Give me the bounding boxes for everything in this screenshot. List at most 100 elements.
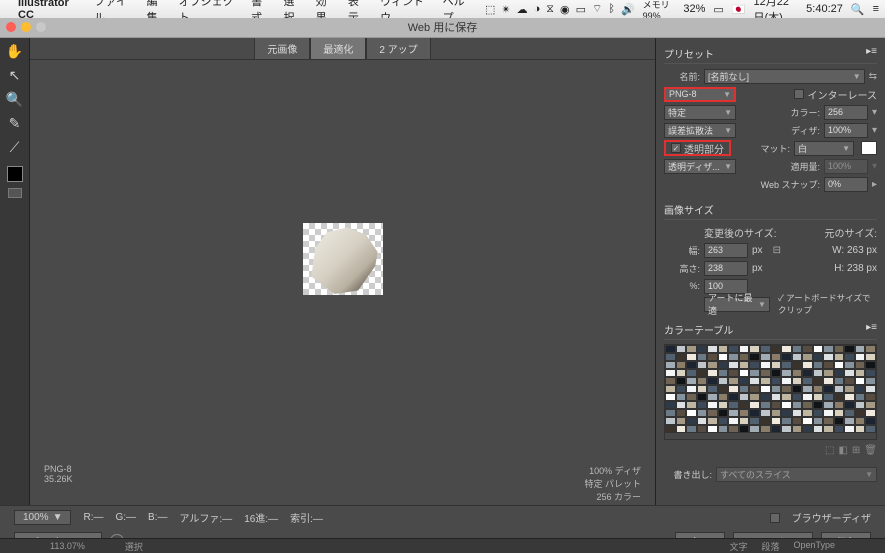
preset-header: プリセット▸≡ [664, 42, 877, 64]
hex-readout: 16進:— [244, 510, 278, 525]
notifications-icon[interactable]: ≡ [873, 3, 879, 15]
preset-options-icon[interactable]: ⇆ [869, 71, 877, 82]
width-label: 幅: [664, 244, 700, 257]
status-icon[interactable]: ◑ [534, 3, 541, 15]
bluetooth-icon[interactable]: ᛒ [608, 3, 615, 15]
preview-area: 元画像 最適化 2 アップ PNG-8 35.26K 100% ディザ 特定 パ… [30, 38, 655, 505]
pct-label: %: [664, 281, 700, 291]
dither-input[interactable]: 100% [824, 123, 868, 138]
spotlight-icon[interactable]: 🔍 [851, 3, 865, 16]
format-select[interactable]: PNG-8▼ [664, 87, 736, 102]
websnap-input[interactable]: 0% [824, 177, 868, 192]
ct-trash-icon[interactable]: 🗑 [864, 445, 877, 456]
websnap-label: Web スナップ: [750, 178, 820, 191]
macos-menubar: Illustrator CC ファイル 編集 オブジェクト 書式 選択 効果 表… [0, 0, 885, 18]
new-size-label: 変更後のサイズ: [704, 225, 776, 240]
amount-input: 100% [824, 159, 868, 174]
dropbox-icon[interactable]: ⬚ [485, 3, 495, 16]
tab-2up[interactable]: 2 アップ [366, 37, 430, 60]
wifi-icon[interactable]: ⌔ [592, 2, 602, 16]
matte-swatch[interactable] [861, 141, 877, 155]
size-header: 画像サイズ [664, 198, 877, 220]
toggle-slices[interactable] [8, 188, 22, 198]
interlace-label: インターレース [808, 87, 878, 102]
window-controls [6, 22, 46, 32]
link-icon[interactable]: ⊟ [773, 245, 781, 256]
export-label: 書き出し: [664, 468, 712, 481]
g-readout: G:— [115, 512, 136, 523]
panel-menu-icon[interactable]: ▸≡ [866, 46, 877, 61]
r-readout: R:— [83, 512, 103, 523]
panel-tab-paragraph[interactable]: 段落 [761, 540, 779, 553]
ct-shift-icon[interactable]: ◧ [838, 445, 847, 456]
browser-dither-label: ブラウザーディザ [792, 510, 871, 525]
menubar-time: 5:40:27 [806, 3, 843, 15]
zoom-button[interactable] [36, 22, 46, 32]
clock-icon[interactable]: ⧖ [546, 3, 554, 16]
eyedropper-tool[interactable]: ✎ [6, 114, 24, 132]
palette-info: 特定 パレット [584, 477, 641, 490]
minimize-button[interactable] [21, 22, 31, 32]
sync-icon[interactable]: ☁ [517, 3, 528, 16]
amount-label: 適用量: [778, 160, 820, 173]
preview-canvas[interactable] [30, 60, 655, 458]
dither-method-select[interactable]: 誤差拡散法▼ [664, 123, 736, 138]
line-icon[interactable]: ◉ [560, 3, 570, 16]
width-input[interactable]: 263 [704, 243, 748, 258]
alpha-readout: アルファ:— [180, 510, 233, 525]
interlace-checkbox[interactable] [794, 89, 804, 99]
color-table[interactable] [664, 344, 877, 440]
trans-dither-select[interactable]: 透明ディザ...▼ [664, 159, 736, 174]
tab-optimized[interactable]: 最適化 [310, 37, 366, 60]
hand-tool[interactable]: ✋ [6, 42, 24, 60]
matte-select[interactable]: 白▼ [794, 141, 854, 156]
clip-checkbox-label[interactable]: ✓ アートボードサイズでクリップ [778, 292, 877, 316]
export-select[interactable]: すべてのスライス▼ [716, 467, 877, 482]
status-icons: ⬚ ✴ ☁ ◑ ⧖ ◉ ▭ ⌔ ᛒ 🔊 [485, 2, 635, 16]
browser-dither-checkbox[interactable] [770, 513, 780, 523]
dither-info: 100% ディザ [584, 464, 641, 477]
colortable-header: カラーテーブル▸≡ [664, 318, 877, 340]
doc-zoom[interactable]: 113.07% [50, 541, 85, 551]
palette-select[interactable]: 特定▼ [664, 105, 736, 120]
matte-label: マット: [754, 142, 790, 155]
flag-icon[interactable]: 🇯🇵 [732, 3, 746, 16]
tab-original[interactable]: 元画像 [254, 37, 310, 60]
color-swatch[interactable] [7, 166, 23, 182]
ct-lock-icon[interactable]: ⬚ [825, 445, 834, 456]
orig-height: H: 238 px [834, 263, 877, 274]
orig-width: W: 263 px [832, 245, 877, 256]
colors-input[interactable]: 256 [824, 105, 868, 120]
ct-menu-icon[interactable]: ▸≡ [866, 322, 877, 337]
panel-tab-character[interactable]: 文字 [729, 540, 747, 553]
slice-tool[interactable]: ⟋ [6, 138, 24, 156]
format-info: PNG-8 [44, 464, 73, 474]
filesize-info: 35.26K [44, 474, 73, 484]
preview-info: PNG-8 35.26K 100% ディザ 特定 パレット 256 カラー [30, 458, 655, 505]
transparency-checkbox[interactable]: ✓ [671, 143, 681, 153]
height-label: 高さ: [664, 262, 700, 275]
transparency-label: 透明部分 [684, 141, 724, 156]
dither-label: ディザ: [784, 124, 820, 137]
volume-icon[interactable]: 🔊 [621, 3, 635, 16]
dog-image [304, 224, 382, 294]
battery-icon: ▭ [713, 3, 723, 16]
evernote-icon[interactable]: ✴ [501, 3, 510, 16]
color-label: カラー: [784, 106, 820, 119]
ct-add-icon[interactable]: ⊞ [852, 445, 860, 456]
zoom-tool[interactable]: 🔍 [6, 90, 24, 108]
height-input[interactable]: 238 [704, 261, 748, 276]
close-button[interactable] [6, 22, 16, 32]
status-selection: 選択 [125, 540, 143, 553]
sfw-toolbar: ✋ ↖ 🔍 ✎ ⟋ [0, 38, 30, 505]
b-readout: B:— [148, 512, 167, 523]
panel-tab-opentype[interactable]: OpenType [793, 540, 835, 553]
dialog-title: Web 用に保存 [408, 22, 477, 34]
preset-name-select[interactable]: [名前なし]▼ [704, 69, 865, 84]
preview-zoom-select[interactable]: 100% ▼ [14, 510, 71, 525]
colors-info: 256 カラー [584, 490, 641, 503]
slice-select-tool[interactable]: ↖ [6, 66, 24, 84]
display-icon[interactable]: ▭ [576, 3, 586, 16]
preview-tabs: 元画像 最適化 2 アップ [30, 38, 655, 60]
fit-select[interactable]: アートに最適▼ [704, 297, 770, 312]
